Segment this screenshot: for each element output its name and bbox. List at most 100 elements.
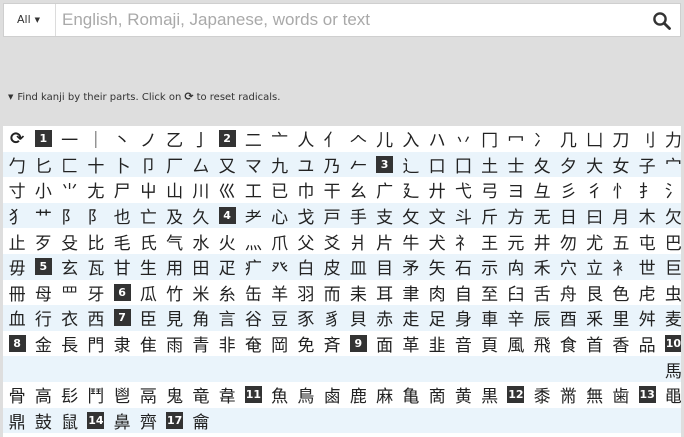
radical-button[interactable]: 父 — [293, 229, 319, 254]
radical-button[interactable]: 几 — [555, 126, 581, 151]
radical-button[interactable]: 鹵 — [319, 382, 345, 407]
radical-button[interactable]: 勹 — [4, 152, 30, 177]
radical-button[interactable]: 巴 — [660, 229, 681, 254]
radical-button[interactable]: 衣 — [57, 305, 83, 330]
radical-button[interactable]: 無 — [582, 382, 608, 407]
radical-button[interactable]: 亅 — [188, 126, 214, 151]
radical-button[interactable]: 匚 — [57, 152, 83, 177]
radical-button[interactable]: 乙 — [162, 126, 188, 151]
radical-button[interactable]: 寸 — [4, 177, 30, 202]
radical-button[interactable]: 石 — [450, 254, 476, 279]
radical-button[interactable]: 足 — [424, 305, 450, 330]
radical-button[interactable]: 巾 — [293, 177, 319, 202]
radical-button[interactable]: 艮 — [582, 280, 608, 305]
radical-button[interactable]: 也 — [109, 203, 135, 228]
radical-button[interactable]: 臣 — [135, 305, 161, 330]
radical-button[interactable]: 鳥 — [293, 382, 319, 407]
radical-button[interactable]: 冖 — [503, 126, 529, 151]
radical-button[interactable]: 酉 — [555, 305, 581, 330]
radical-button[interactable]: 田 — [188, 254, 214, 279]
radical-button[interactable]: 无 — [529, 203, 555, 228]
radical-button[interactable]: 欠 — [660, 203, 681, 228]
radical-button[interactable]: 卩 — [135, 152, 161, 177]
radical-button[interactable]: 戈 — [293, 203, 319, 228]
radical-button[interactable]: 五 — [608, 229, 634, 254]
radical-button[interactable]: 扌 — [634, 177, 660, 202]
radical-button[interactable]: 巛 — [214, 177, 240, 202]
radical-button[interactable]: 川 — [188, 177, 214, 202]
radical-button[interactable]: 刀 — [608, 126, 634, 151]
radical-button[interactable]: 小 — [30, 177, 56, 202]
radical-button[interactable]: 手 — [345, 203, 371, 228]
radical-button[interactable]: 人 — [293, 126, 319, 151]
radical-button[interactable]: 比 — [83, 229, 109, 254]
radical-button[interactable]: 面 — [372, 331, 398, 356]
radical-button[interactable]: 禾 — [529, 254, 555, 279]
radical-button[interactable]: 又 — [214, 152, 240, 177]
radical-button[interactable]: 土 — [477, 152, 503, 177]
radical-button[interactable]: 阝 — [57, 203, 83, 228]
radical-button[interactable]: 尸 — [109, 177, 135, 202]
radical-button[interactable]: 自 — [450, 280, 476, 305]
radical-button[interactable]: 大 — [582, 152, 608, 177]
radical-button[interactable]: 鬯 — [109, 382, 135, 407]
radical-button[interactable]: 支 — [372, 203, 398, 228]
radical-button[interactable]: 金 — [30, 331, 56, 356]
radical-button[interactable]: 臼 — [503, 280, 529, 305]
radical-button[interactable]: ⺌ — [57, 177, 83, 202]
radical-button[interactable]: 犬 — [424, 229, 450, 254]
radical-button[interactable]: 行 — [30, 305, 56, 330]
radical-button[interactable]: 血 — [4, 305, 30, 330]
radical-button[interactable]: 米 — [188, 280, 214, 305]
radical-button[interactable]: 文 — [424, 203, 450, 228]
radical-button[interactable]: 缶 — [240, 280, 266, 305]
radical-button[interactable]: 亻 — [319, 126, 345, 151]
radical-button[interactable]: 日 — [555, 203, 581, 228]
radical-button[interactable]: 冂 — [477, 126, 503, 151]
radical-button[interactable]: マ — [240, 152, 266, 177]
radical-button[interactable]: 歯 — [608, 382, 634, 407]
radical-button[interactable]: 禸 — [503, 254, 529, 279]
radical-button[interactable]: 井 — [529, 229, 555, 254]
radical-button[interactable]: 羽 — [293, 280, 319, 305]
radical-button[interactable]: 鼻 — [109, 408, 135, 433]
radical-button[interactable]: 丶 — [109, 126, 135, 151]
radical-button[interactable]: 斗 — [450, 203, 476, 228]
radical-button[interactable]: 皮 — [319, 254, 345, 279]
radical-button[interactable]: 力 — [660, 126, 681, 151]
radical-button[interactable]: 凵 — [582, 126, 608, 151]
radical-button[interactable]: 黹 — [555, 382, 581, 407]
radical-button[interactable]: 而 — [319, 280, 345, 305]
radical-button[interactable]: 子 — [634, 152, 660, 177]
radical-button[interactable]: 耂 — [240, 203, 266, 228]
radical-button[interactable]: 示 — [477, 254, 503, 279]
radical-button[interactable]: 女 — [608, 152, 634, 177]
radical-button[interactable]: 工 — [240, 177, 266, 202]
radical-button[interactable]: 黒 — [477, 382, 503, 407]
radical-button[interactable]: 舟 — [555, 280, 581, 305]
radical-button[interactable]: 品 — [634, 331, 660, 356]
radical-button[interactable]: 元 — [503, 229, 529, 254]
radical-button[interactable]: 豸 — [319, 305, 345, 330]
search-input[interactable] — [62, 9, 642, 31]
radical-button[interactable]: ノ — [135, 126, 161, 151]
radical-button[interactable]: 母 — [30, 280, 56, 305]
radical-button[interactable]: 鹿 — [345, 382, 371, 407]
radical-button[interactable]: 尤 — [582, 229, 608, 254]
radical-button[interactable]: 目 — [372, 254, 398, 279]
radical-button[interactable]: 屮 — [135, 177, 161, 202]
radical-button[interactable]: 免 — [293, 331, 319, 356]
radical-button[interactable]: 卜 — [109, 152, 135, 177]
radical-button[interactable]: 已 — [267, 177, 293, 202]
radical-button[interactable]: 飛 — [529, 331, 555, 356]
radical-button[interactable]: 冫 — [529, 126, 555, 151]
radical-button[interactable]: 言 — [214, 305, 240, 330]
radical-button[interactable]: 宀 — [660, 152, 681, 177]
radical-button[interactable]: 疋 — [214, 254, 240, 279]
radical-button[interactable]: 片 — [372, 229, 398, 254]
radical-button[interactable]: 冊 — [4, 280, 30, 305]
radical-button[interactable]: 囗 — [450, 152, 476, 177]
radical-button[interactable]: 香 — [608, 331, 634, 356]
radical-button[interactable]: 士 — [503, 152, 529, 177]
radical-button[interactable]: 止 — [4, 229, 30, 254]
